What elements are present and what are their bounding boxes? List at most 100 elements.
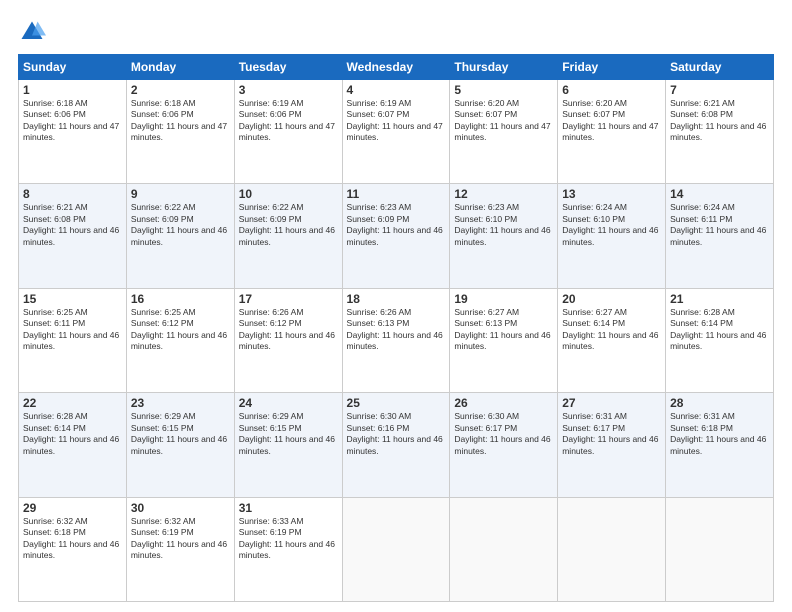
calendar-day-26: 26 Sunrise: 6:30 AMSunset: 6:17 PMDaylig… <box>450 393 558 497</box>
calendar-header-tuesday: Tuesday <box>234 55 342 80</box>
calendar-day-14: 14 Sunrise: 6:24 AMSunset: 6:11 PMDaylig… <box>666 184 774 288</box>
day-info: Sunrise: 6:22 AMSunset: 6:09 PMDaylight:… <box>131 202 227 246</box>
day-info: Sunrise: 6:18 AMSunset: 6:06 PMDaylight:… <box>23 98 119 142</box>
day-info: Sunrise: 6:32 AMSunset: 6:18 PMDaylight:… <box>23 516 119 560</box>
day-number: 31 <box>239 501 338 515</box>
day-number: 7 <box>670 83 769 97</box>
day-info: Sunrise: 6:26 AMSunset: 6:12 PMDaylight:… <box>239 307 335 351</box>
day-number: 15 <box>23 292 122 306</box>
day-number: 20 <box>562 292 661 306</box>
day-number: 22 <box>23 396 122 410</box>
calendar-day-22: 22 Sunrise: 6:28 AMSunset: 6:14 PMDaylig… <box>19 393 127 497</box>
calendar-day-31: 31 Sunrise: 6:33 AMSunset: 6:19 PMDaylig… <box>234 497 342 601</box>
calendar-day-9: 9 Sunrise: 6:22 AMSunset: 6:09 PMDayligh… <box>126 184 234 288</box>
day-info: Sunrise: 6:23 AMSunset: 6:10 PMDaylight:… <box>454 202 550 246</box>
calendar-day-13: 13 Sunrise: 6:24 AMSunset: 6:10 PMDaylig… <box>558 184 666 288</box>
day-number: 13 <box>562 187 661 201</box>
day-number: 6 <box>562 83 661 97</box>
day-number: 28 <box>670 396 769 410</box>
day-number: 19 <box>454 292 553 306</box>
calendar-day-18: 18 Sunrise: 6:26 AMSunset: 6:13 PMDaylig… <box>342 288 450 392</box>
calendar-week-row: 22 Sunrise: 6:28 AMSunset: 6:14 PMDaylig… <box>19 393 774 497</box>
day-number: 1 <box>23 83 122 97</box>
day-info: Sunrise: 6:31 AMSunset: 6:17 PMDaylight:… <box>562 411 658 455</box>
calendar-week-row: 1 Sunrise: 6:18 AMSunset: 6:06 PMDayligh… <box>19 80 774 184</box>
day-number: 23 <box>131 396 230 410</box>
calendar-week-row: 29 Sunrise: 6:32 AMSunset: 6:18 PMDaylig… <box>19 497 774 601</box>
day-info: Sunrise: 6:20 AMSunset: 6:07 PMDaylight:… <box>562 98 658 142</box>
calendar-header-monday: Monday <box>126 55 234 80</box>
calendar-day-16: 16 Sunrise: 6:25 AMSunset: 6:12 PMDaylig… <box>126 288 234 392</box>
day-number: 26 <box>454 396 553 410</box>
day-info: Sunrise: 6:26 AMSunset: 6:13 PMDaylight:… <box>347 307 443 351</box>
day-info: Sunrise: 6:30 AMSunset: 6:17 PMDaylight:… <box>454 411 550 455</box>
day-info: Sunrise: 6:23 AMSunset: 6:09 PMDaylight:… <box>347 202 443 246</box>
logo-icon <box>18 18 46 46</box>
day-info: Sunrise: 6:30 AMSunset: 6:16 PMDaylight:… <box>347 411 443 455</box>
day-info: Sunrise: 6:21 AMSunset: 6:08 PMDaylight:… <box>670 98 766 142</box>
calendar-header-friday: Friday <box>558 55 666 80</box>
day-info: Sunrise: 6:27 AMSunset: 6:13 PMDaylight:… <box>454 307 550 351</box>
calendar-day-25: 25 Sunrise: 6:30 AMSunset: 6:16 PMDaylig… <box>342 393 450 497</box>
day-number: 2 <box>131 83 230 97</box>
day-number: 29 <box>23 501 122 515</box>
calendar-day-15: 15 Sunrise: 6:25 AMSunset: 6:11 PMDaylig… <box>19 288 127 392</box>
day-number: 18 <box>347 292 446 306</box>
day-info: Sunrise: 6:24 AMSunset: 6:11 PMDaylight:… <box>670 202 766 246</box>
day-number: 14 <box>670 187 769 201</box>
day-info: Sunrise: 6:20 AMSunset: 6:07 PMDaylight:… <box>454 98 550 142</box>
calendar-week-row: 8 Sunrise: 6:21 AMSunset: 6:08 PMDayligh… <box>19 184 774 288</box>
calendar-day-8: 8 Sunrise: 6:21 AMSunset: 6:08 PMDayligh… <box>19 184 127 288</box>
day-number: 27 <box>562 396 661 410</box>
day-number: 24 <box>239 396 338 410</box>
calendar-day-28: 28 Sunrise: 6:31 AMSunset: 6:18 PMDaylig… <box>666 393 774 497</box>
day-info: Sunrise: 6:27 AMSunset: 6:14 PMDaylight:… <box>562 307 658 351</box>
calendar-day-11: 11 Sunrise: 6:23 AMSunset: 6:09 PMDaylig… <box>342 184 450 288</box>
day-info: Sunrise: 6:33 AMSunset: 6:19 PMDaylight:… <box>239 516 335 560</box>
day-info: Sunrise: 6:29 AMSunset: 6:15 PMDaylight:… <box>131 411 227 455</box>
calendar-day-27: 27 Sunrise: 6:31 AMSunset: 6:17 PMDaylig… <box>558 393 666 497</box>
logo <box>18 18 50 46</box>
day-info: Sunrise: 6:28 AMSunset: 6:14 PMDaylight:… <box>670 307 766 351</box>
day-number: 12 <box>454 187 553 201</box>
calendar-day-30: 30 Sunrise: 6:32 AMSunset: 6:19 PMDaylig… <box>126 497 234 601</box>
calendar-empty-cell <box>450 497 558 601</box>
calendar-empty-cell <box>342 497 450 601</box>
day-number: 8 <box>23 187 122 201</box>
calendar-day-12: 12 Sunrise: 6:23 AMSunset: 6:10 PMDaylig… <box>450 184 558 288</box>
calendar-day-2: 2 Sunrise: 6:18 AMSunset: 6:06 PMDayligh… <box>126 80 234 184</box>
day-info: Sunrise: 6:21 AMSunset: 6:08 PMDaylight:… <box>23 202 119 246</box>
day-number: 16 <box>131 292 230 306</box>
calendar-day-3: 3 Sunrise: 6:19 AMSunset: 6:06 PMDayligh… <box>234 80 342 184</box>
day-number: 21 <box>670 292 769 306</box>
calendar-header-wednesday: Wednesday <box>342 55 450 80</box>
calendar-empty-cell <box>666 497 774 601</box>
calendar-week-row: 15 Sunrise: 6:25 AMSunset: 6:11 PMDaylig… <box>19 288 774 392</box>
calendar-day-24: 24 Sunrise: 6:29 AMSunset: 6:15 PMDaylig… <box>234 393 342 497</box>
page: SundayMondayTuesdayWednesdayThursdayFrid… <box>0 0 792 612</box>
day-info: Sunrise: 6:29 AMSunset: 6:15 PMDaylight:… <box>239 411 335 455</box>
day-number: 30 <box>131 501 230 515</box>
calendar-header-saturday: Saturday <box>666 55 774 80</box>
calendar-day-23: 23 Sunrise: 6:29 AMSunset: 6:15 PMDaylig… <box>126 393 234 497</box>
day-info: Sunrise: 6:19 AMSunset: 6:06 PMDaylight:… <box>239 98 335 142</box>
calendar-day-29: 29 Sunrise: 6:32 AMSunset: 6:18 PMDaylig… <box>19 497 127 601</box>
calendar-table: SundayMondayTuesdayWednesdayThursdayFrid… <box>18 54 774 602</box>
calendar-header-sunday: Sunday <box>19 55 127 80</box>
day-number: 10 <box>239 187 338 201</box>
day-number: 3 <box>239 83 338 97</box>
calendar-header-row: SundayMondayTuesdayWednesdayThursdayFrid… <box>19 55 774 80</box>
day-info: Sunrise: 6:19 AMSunset: 6:07 PMDaylight:… <box>347 98 443 142</box>
calendar-day-1: 1 Sunrise: 6:18 AMSunset: 6:06 PMDayligh… <box>19 80 127 184</box>
day-number: 4 <box>347 83 446 97</box>
day-number: 5 <box>454 83 553 97</box>
header <box>18 18 774 46</box>
calendar-day-4: 4 Sunrise: 6:19 AMSunset: 6:07 PMDayligh… <box>342 80 450 184</box>
day-info: Sunrise: 6:31 AMSunset: 6:18 PMDaylight:… <box>670 411 766 455</box>
day-info: Sunrise: 6:22 AMSunset: 6:09 PMDaylight:… <box>239 202 335 246</box>
calendar-day-21: 21 Sunrise: 6:28 AMSunset: 6:14 PMDaylig… <box>666 288 774 392</box>
calendar-empty-cell <box>558 497 666 601</box>
calendar-day-6: 6 Sunrise: 6:20 AMSunset: 6:07 PMDayligh… <box>558 80 666 184</box>
day-number: 9 <box>131 187 230 201</box>
day-info: Sunrise: 6:32 AMSunset: 6:19 PMDaylight:… <box>131 516 227 560</box>
